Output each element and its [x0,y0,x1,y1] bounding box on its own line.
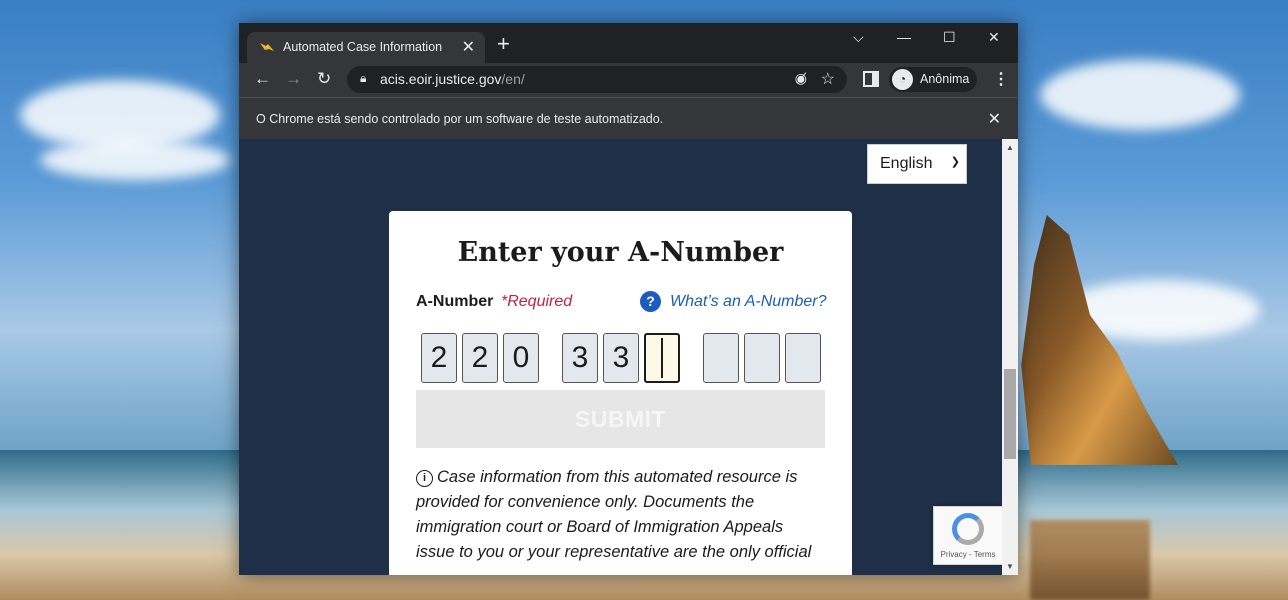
tab-bar: Automated Case Information ✕ + ⌵ — ☐ ✕ [239,23,1018,63]
desktop-cloud [1040,60,1240,130]
desktop-cloud [40,140,230,180]
recaptcha-terms[interactable]: Privacy - Terms [934,550,1002,559]
lock-icon[interactable]: 🔒︎ [360,71,366,86]
a-number-card: Enter your A-Number A-Number *Required ?… [389,211,852,575]
back-button[interactable]: ← [254,69,271,89]
question-icon[interactable]: ? [640,291,661,312]
page-title: Enter your A-Number [457,237,784,268]
chevron-down-icon: ❯ [950,156,960,168]
scroll-thumb[interactable] [1004,369,1016,459]
incognito-profile-button[interactable]: ◔ Anônima [889,67,977,92]
browser-window: Automated Case Information ✕ + ⌵ — ☐ ✕ ←… [239,23,1018,575]
side-panel-icon[interactable] [863,71,879,87]
new-tab-button[interactable]: + [497,33,510,55]
language-select-value: English [880,155,933,172]
minimize-button[interactable]: — [897,29,911,45]
desktop-cliff [1021,215,1178,465]
tab-title: Automated Case Information [283,40,443,54]
address-bar[interactable]: 🔒︎ acis.eoir.justice.gov/en/ ◉̸ ☆ [347,66,847,93]
browser-toolbar: ← → ↻ 🔒︎ acis.eoir.justice.gov/en/ ◉̸ ☆ … [239,63,1018,97]
a-number-digit-3[interactable]: 0 [503,333,539,383]
eye-slash-icon[interactable]: ◉̸ [795,70,807,87]
page-content: English ❯ Enter your A-Number A-Number *… [239,139,1002,575]
maximize-button[interactable]: ☐ [943,29,956,46]
forward-button[interactable]: → [285,69,302,89]
recaptcha-badge[interactable]: Privacy - Terms [933,506,1002,565]
a-number-digit-7[interactable] [703,333,739,383]
incognito-icon: ◔ [892,69,913,90]
a-number-digit-8[interactable] [744,333,780,383]
required-indicator: *Required [501,293,573,310]
bookmark-star-icon[interactable]: ☆ [821,69,835,89]
help-link[interactable]: What’s an A-Number? [670,293,827,311]
tab-search-icon[interactable]: ⌵ [853,29,864,46]
scroll-down-icon[interactable]: ▼ [1006,562,1014,571]
desktop-cliff-reflection [1030,520,1150,600]
infobar-message: O Chrome está sendo controlado por um so… [256,112,664,126]
page-scrollbar[interactable]: ▲ ▼ [1002,139,1018,575]
submit-button[interactable]: SUBMIT [416,390,825,448]
reload-button[interactable]: ↻ [317,69,331,89]
a-number-digit-6[interactable] [644,333,680,383]
eagle-favicon-icon [260,43,274,51]
browser-menu-icon[interactable]: ⋮ [993,69,1009,89]
info-icon: i [416,470,433,487]
a-number-digit-2[interactable]: 2 [462,333,498,383]
tab-close-icon[interactable]: ✕ [462,37,475,57]
recaptcha-icon [952,513,984,545]
a-number-digit-4[interactable]: 3 [562,333,598,383]
scroll-up-icon[interactable]: ▲ [1006,143,1014,152]
close-window-button[interactable]: ✕ [988,29,1000,46]
language-select[interactable]: English ❯ [867,144,967,184]
a-number-label: A-Number [416,293,494,310]
url-text[interactable]: acis.eoir.justice.gov/en/ [380,71,525,87]
a-number-digit-5[interactable]: 3 [603,333,639,383]
disclaimer-note: i Case information from this automated re… [416,465,816,565]
disclaimer-text: Case information from this automated res… [416,468,812,561]
automation-infobar: O Chrome está sendo controlado por um so… [239,97,1018,139]
profile-label: Anônima [920,72,970,86]
infobar-close-icon[interactable]: ✕ [988,109,1001,129]
tab-active[interactable]: Automated Case Information ✕ [247,32,485,63]
a-number-digit-1[interactable]: 2 [421,333,457,383]
a-number-digit-9[interactable] [785,333,821,383]
